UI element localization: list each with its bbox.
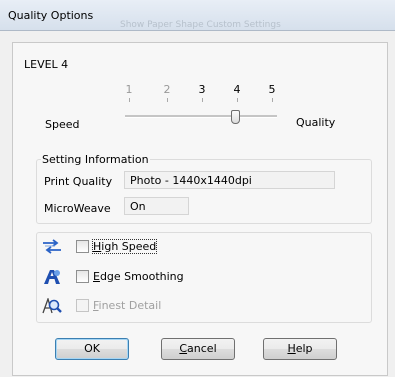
quality-slider-thumb[interactable]	[231, 110, 240, 124]
high-speed-checkbox[interactable]	[76, 240, 89, 253]
help-button-mnemonic: H	[287, 342, 296, 355]
high-speed-label[interactable]: High Speed	[91, 239, 158, 254]
ok-button-label: OK	[84, 342, 100, 355]
slider-tick-label-3: 3	[198, 83, 206, 96]
cancel-button-label-rest: ancel	[187, 342, 217, 355]
edge-smoothing-checkbox[interactable]	[76, 270, 89, 283]
slider-tick-label-5: 5	[268, 83, 276, 96]
print-quality-label: Print Quality	[44, 175, 113, 188]
finest-detail-label[interactable]: Finest Detail	[93, 299, 161, 312]
slider-max-label: Quality	[296, 116, 336, 129]
slider-tick-label-2: 2	[163, 83, 171, 96]
background-toolbar-text: Show Paper Shape Custom Settings	[120, 20, 281, 30]
slider-tick-mark	[272, 98, 273, 102]
quality-level-label: LEVEL 4	[24, 58, 69, 71]
slider-tick-label-4: 4	[233, 83, 241, 96]
magnifier-detail-icon	[42, 298, 62, 314]
slider-tick-mark	[167, 98, 168, 102]
slider-tick-mark	[202, 98, 203, 102]
high-speed-icon	[43, 239, 61, 254]
window-title: Quality Options	[8, 9, 94, 22]
finest-detail-checkbox[interactable]	[76, 299, 89, 312]
slider-tick-mark	[129, 98, 130, 102]
edge-smoothing-icon	[44, 270, 60, 284]
edge-smoothing-label-rest: dge Smoothing	[99, 270, 184, 283]
cancel-button-mnemonic: C	[179, 342, 188, 355]
quality-slider-track[interactable]	[125, 115, 277, 118]
help-button[interactable]: Help	[263, 338, 337, 360]
edge-smoothing-label[interactable]: Edge Smoothing	[93, 270, 184, 283]
microweave-value: On	[124, 197, 189, 215]
microweave-label: MicroWeave	[44, 202, 111, 215]
title-bar: Quality Options Show Paper Shape Custom …	[0, 0, 395, 31]
high-speed-label-rest: igh Speed	[101, 240, 157, 253]
setting-information-title: Setting Information	[41, 153, 150, 166]
finest-detail-label-rest: inest Detail	[98, 299, 162, 312]
cancel-button[interactable]: Cancel	[161, 338, 235, 360]
print-quality-value: Photo - 1440x1440dpi	[124, 171, 335, 189]
edge-smoothing-label-mnemonic: E	[93, 270, 100, 283]
help-button-label-rest: elp	[295, 342, 313, 355]
slider-min-label: Speed	[45, 118, 80, 131]
slider-tick-mark	[237, 98, 238, 102]
slider-tick-label-1: 1	[125, 83, 133, 96]
ok-button[interactable]: OK	[55, 338, 129, 360]
